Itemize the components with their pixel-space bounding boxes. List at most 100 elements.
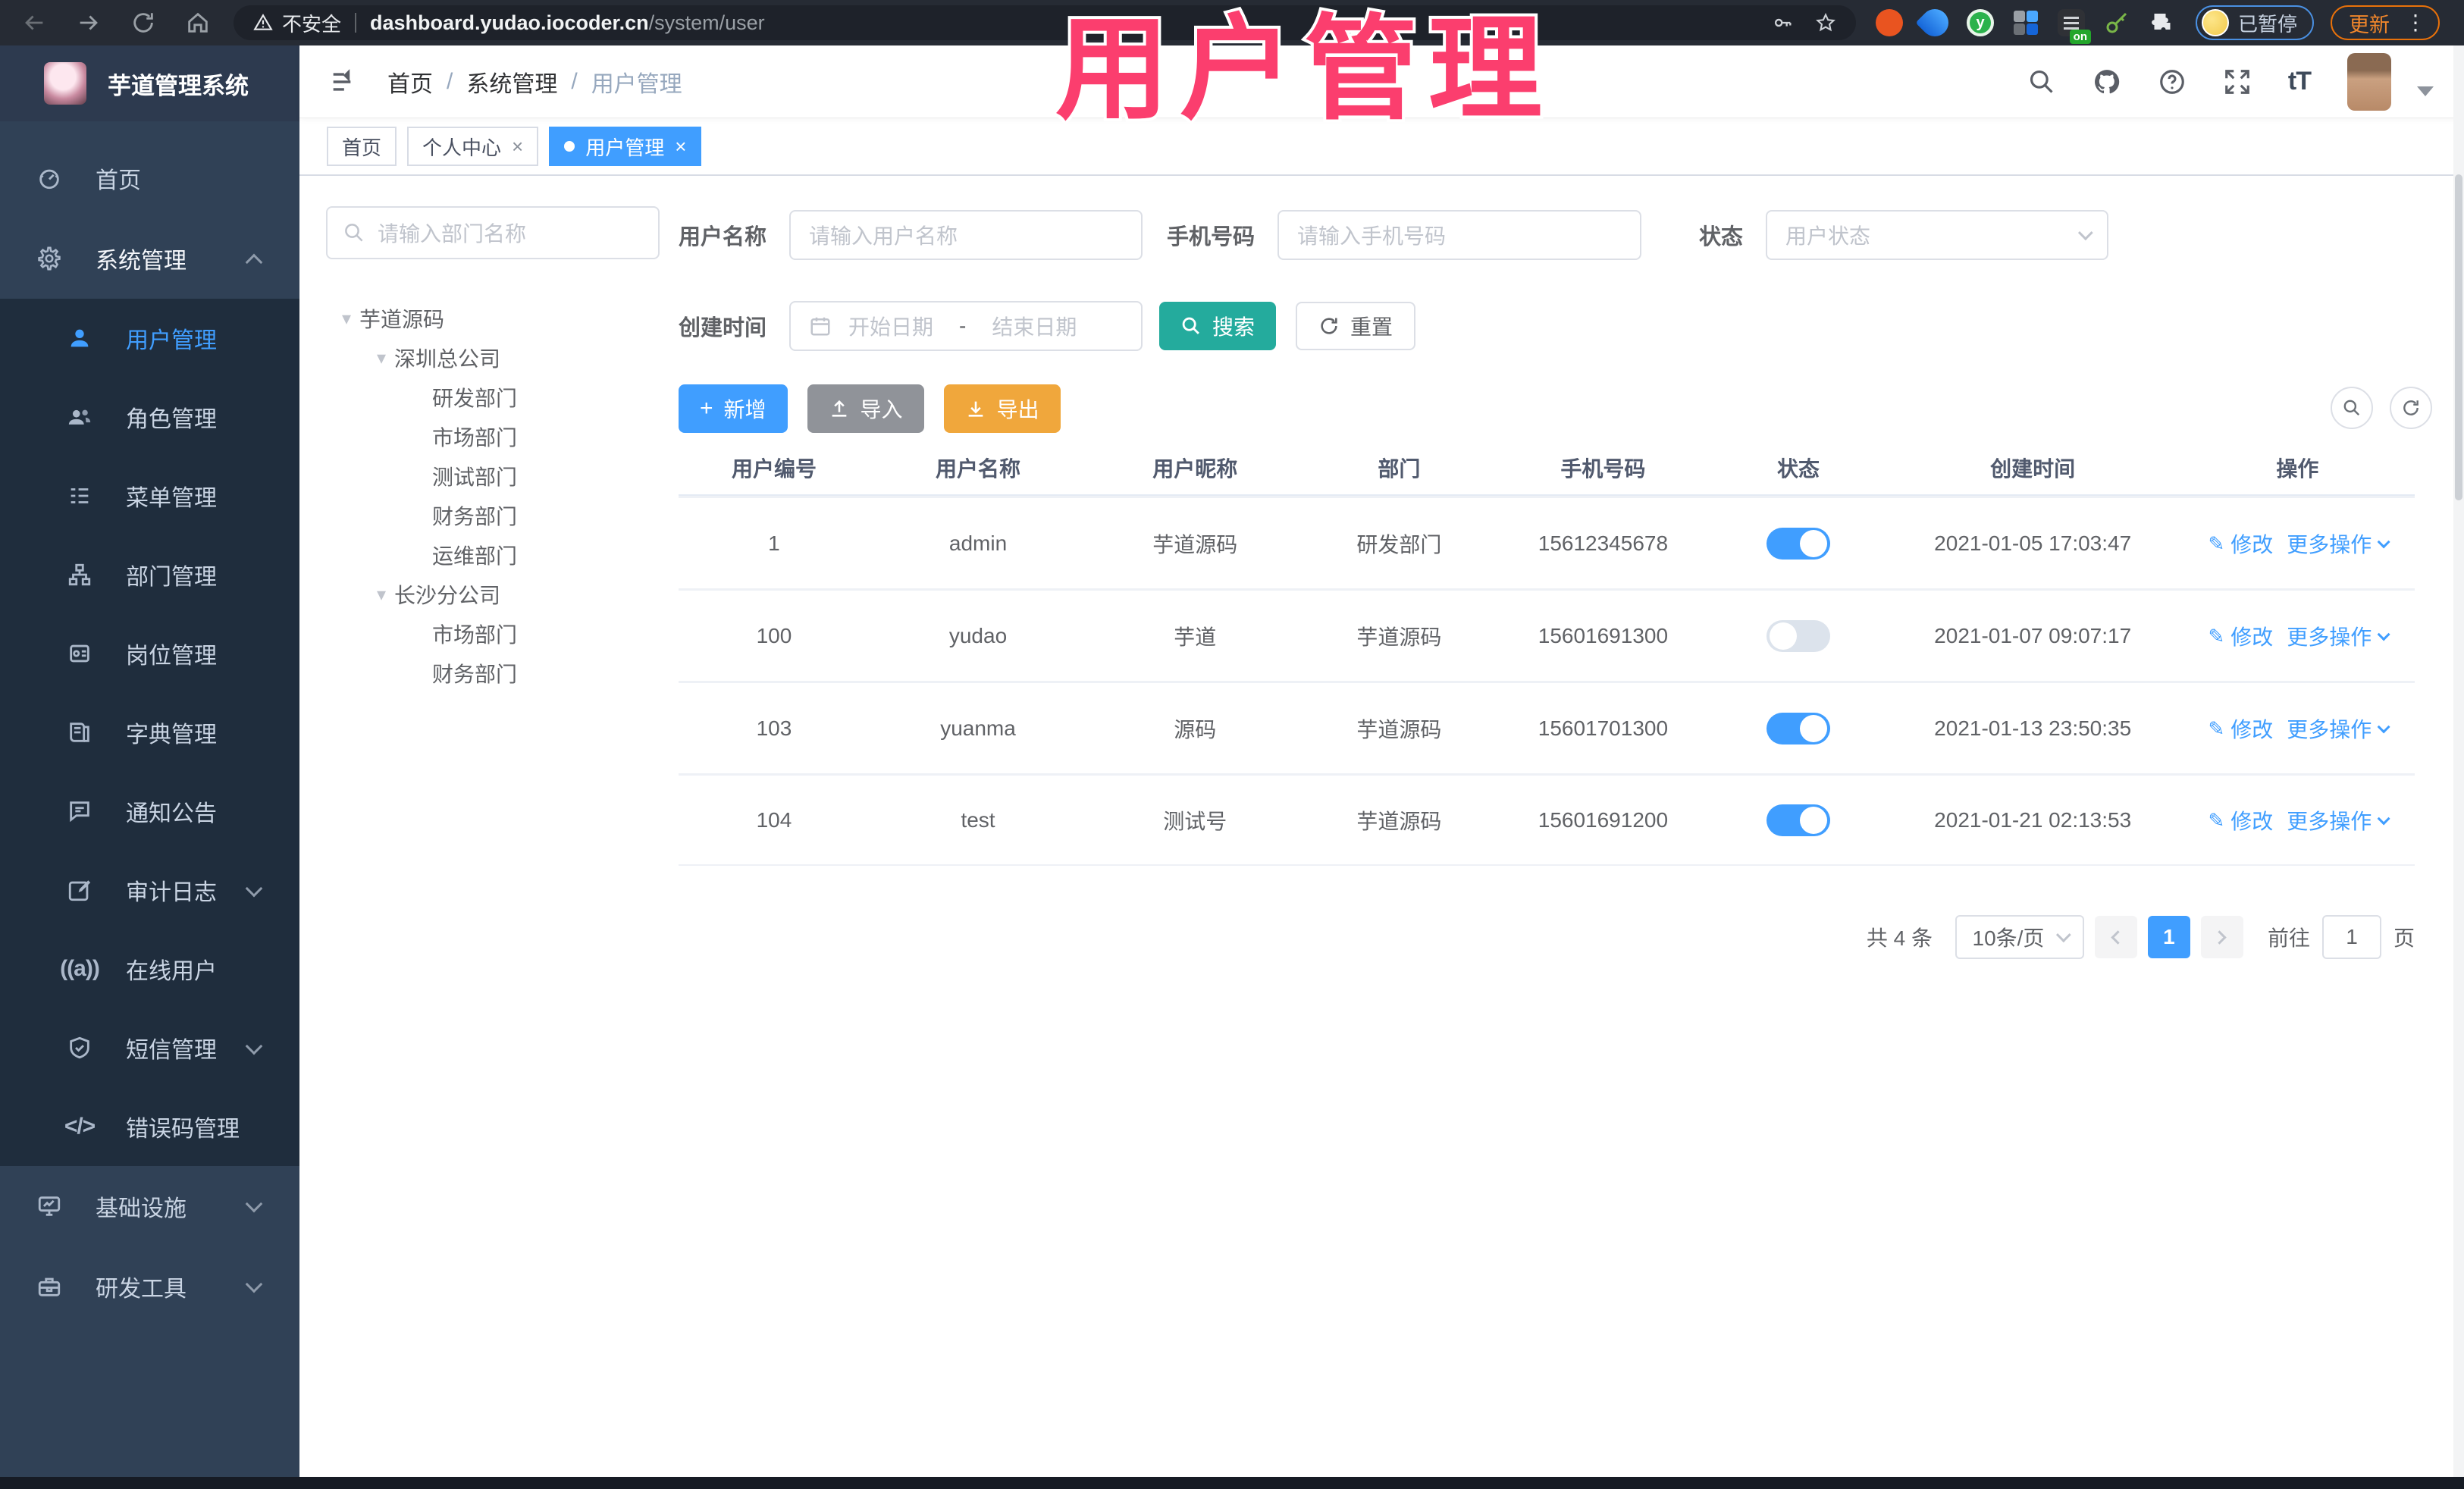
status-select[interactable]: 用户状态 [1766, 210, 2109, 260]
scrollbar-thumb[interactable] [2455, 174, 2462, 500]
back-icon[interactable] [21, 10, 47, 36]
sidebar-item-error-codes[interactable]: </> 错误码管理 [0, 1087, 299, 1166]
github-icon[interactable] [2093, 67, 2121, 96]
tree-node[interactable]: 市场部门 [326, 614, 660, 654]
add-button[interactable]: + 新增 [679, 384, 788, 433]
close-icon[interactable]: × [512, 136, 523, 156]
bookmark-star-icon[interactable] [1815, 12, 1836, 33]
dark-list-extension-icon[interactable]: on [2058, 9, 2091, 44]
user-avatar[interactable] [2347, 52, 2391, 111]
browser-profile-button[interactable]: 已暂停 [2196, 5, 2315, 40]
sidebar-item-users[interactable]: 用户管理 [0, 299, 299, 378]
tab-user-management[interactable]: 用户管理 × [549, 127, 702, 166]
sidebar-item-menus[interactable]: 菜单管理 [0, 456, 299, 535]
tab-profile[interactable]: 个人中心 × [407, 127, 539, 166]
avatar-dropdown-caret-icon[interactable] [2417, 86, 2434, 96]
goto-page-input[interactable]: 1 [2321, 915, 2381, 959]
squares-extension-icon[interactable] [2012, 9, 2039, 36]
status-toggle[interactable] [1766, 712, 1831, 744]
more-actions-link[interactable]: 更多操作 [2287, 805, 2390, 835]
more-actions-link[interactable]: 更多操作 [2287, 713, 2390, 744]
page-scrollbar[interactable] [2453, 45, 2464, 1477]
sidebar-item-dict[interactable]: 字典管理 [0, 693, 299, 772]
edit-link[interactable]: ✎ 修改 [2208, 621, 2273, 651]
browser-update-button[interactable]: 更新 ⋮ [2331, 5, 2440, 40]
edit-icon: ✎ [2208, 531, 2225, 555]
text-size-icon[interactable]: tT [2288, 67, 2312, 96]
cell-username: yuanma [940, 716, 1016, 740]
edit-link[interactable]: ✎ 修改 [2208, 805, 2273, 835]
kebab-menu-icon[interactable]: ⋮ [2405, 12, 2426, 33]
sidebar-item-system[interactable]: 系统管理 [0, 218, 299, 299]
tree-node[interactable]: ▾ 芋道源码 [326, 299, 660, 338]
page-size-select[interactable]: 10条/页 [1955, 915, 2084, 959]
puzzle-extensions-icon[interactable] [2149, 9, 2176, 36]
green-circle-extension-icon[interactable]: y [1967, 9, 1994, 36]
reload-icon[interactable] [130, 10, 156, 36]
sidebar-item-sms[interactable]: 短信管理 [0, 1008, 299, 1087]
sidebar-item-posts[interactable]: 岗位管理 [0, 614, 299, 693]
more-actions-link[interactable]: 更多操作 [2287, 528, 2390, 559]
edit-link[interactable]: ✎ 修改 [2208, 528, 2273, 559]
reset-button[interactable]: 重置 [1296, 302, 1416, 350]
tree-expand-icon[interactable]: ▾ [368, 584, 394, 606]
sidebar-item-notice[interactable]: 通知公告 [0, 772, 299, 851]
sidebar-item-infrastructure[interactable]: 基础设施 [0, 1166, 299, 1246]
tree-node[interactable]: 运维部门 [326, 535, 660, 575]
tree-node[interactable]: 财务部门 [326, 654, 660, 693]
page-number-button[interactable]: 1 [2147, 916, 2190, 958]
sidebar-item-online-users[interactable]: ((a)) 在线用户 [0, 929, 299, 1008]
breadcrumb-home[interactable]: 首页 [387, 65, 433, 99]
address-bar[interactable]: 不安全 dashboard.yudao.iocoder.cn /system/u… [234, 5, 1856, 40]
status-toggle[interactable] [1766, 804, 1831, 836]
url-path[interactable]: /system/user [649, 11, 765, 35]
username-label: 用户名称 [679, 225, 767, 249]
blue-drop-extension-icon[interactable] [1915, 3, 1955, 42]
orange-extension-icon[interactable] [1876, 9, 1903, 36]
search-icon[interactable] [2027, 67, 2056, 96]
security-label[interactable]: 不安全 [282, 9, 341, 37]
import-button[interactable]: 导入 [807, 384, 924, 433]
sidebar-item-roles[interactable]: 角色管理 [0, 378, 299, 456]
sidebar-item-dev-tools[interactable]: 研发工具 [0, 1246, 299, 1327]
breadcrumb-system[interactable]: 系统管理 [466, 65, 557, 99]
button-label: 重置 [1350, 315, 1393, 339]
url-host[interactable]: dashboard.yudao.iocoder.cn [370, 11, 649, 35]
forward-icon[interactable] [76, 10, 102, 36]
home-icon[interactable] [185, 10, 211, 36]
more-actions-link[interactable]: 更多操作 [2287, 621, 2390, 651]
green-key-extension-icon[interactable] [2103, 9, 2130, 36]
tree-node[interactable]: ▾ 长沙分公司 [326, 575, 660, 614]
mobile-input[interactable]: 请输入手机号码 [1277, 210, 1642, 260]
toggle-search-button[interactable] [2331, 387, 2373, 429]
department-search-input[interactable]: 请输入部门名称 [326, 206, 660, 259]
update-label[interactable]: 更新 [2349, 8, 2390, 38]
sidebar-collapse-icon[interactable] [327, 68, 357, 95]
search-button[interactable]: 搜索 [1159, 302, 1277, 350]
tab-home[interactable]: 首页 [327, 127, 397, 166]
tree-node[interactable]: 财务部门 [326, 496, 660, 535]
date-range-picker[interactable]: 开始日期 - 结束日期 [789, 301, 1143, 351]
fullscreen-icon[interactable] [2223, 67, 2252, 96]
edit-link[interactable]: ✎ 修改 [2208, 713, 2273, 744]
status-toggle[interactable] [1766, 527, 1831, 560]
tree-node[interactable]: 市场部门 [326, 417, 660, 456]
sidebar-item-audit-log[interactable]: 审计日志 [0, 851, 299, 929]
next-page-button[interactable] [2200, 916, 2243, 958]
sidebar-logo-row[interactable]: 芋道管理系统 [0, 45, 299, 121]
prev-page-button[interactable] [2094, 916, 2137, 958]
tree-node[interactable]: 研发部门 [326, 378, 660, 417]
refresh-table-button[interactable] [2390, 387, 2432, 429]
key-icon[interactable] [1773, 12, 1794, 33]
close-icon[interactable]: × [675, 136, 686, 156]
export-button[interactable]: 导出 [943, 384, 1061, 433]
help-icon[interactable] [2158, 67, 2187, 96]
status-toggle[interactable] [1766, 619, 1831, 652]
sidebar-item-departments[interactable]: 部门管理 [0, 535, 299, 614]
sidebar-item-home[interactable]: 首页 [0, 138, 299, 218]
tree-node[interactable]: 测试部门 [326, 456, 660, 496]
tree-expand-icon[interactable]: ▾ [368, 347, 394, 369]
tree-expand-icon[interactable]: ▾ [334, 308, 359, 330]
tree-node[interactable]: ▾ 深圳总公司 [326, 338, 660, 378]
username-input[interactable]: 请输入用户名称 [789, 210, 1143, 260]
